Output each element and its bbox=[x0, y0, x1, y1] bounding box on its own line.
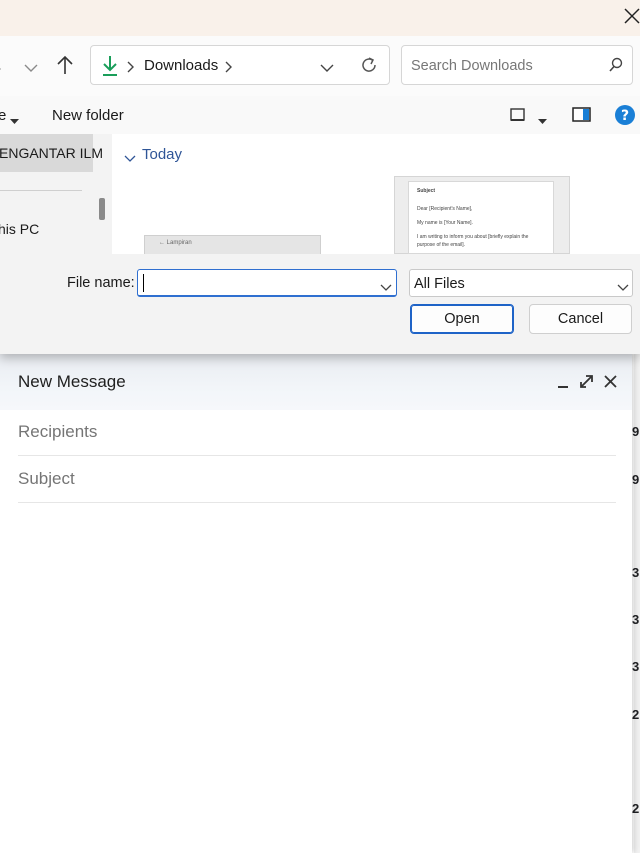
file-name-input[interactable] bbox=[137, 269, 397, 297]
mail-list-digit: 2 bbox=[632, 801, 640, 816]
file-type-dropdown-icon[interactable] bbox=[617, 279, 629, 297]
address-bar[interactable]: Downloads bbox=[90, 45, 390, 85]
compose-title: New Message bbox=[18, 372, 126, 391]
cancel-button[interactable]: Cancel bbox=[529, 304, 632, 334]
up-arrow-icon[interactable] bbox=[56, 55, 74, 80]
document-page-preview: Subject Dear [Recipient's Name], My name… bbox=[408, 181, 554, 254]
subject-placeholder: Subject bbox=[18, 469, 75, 488]
close-icon[interactable] bbox=[601, 372, 621, 392]
search-box[interactable]: Search Downloads bbox=[401, 45, 633, 85]
dialog-titlebar bbox=[0, 0, 640, 36]
dialog-close-icon[interactable] bbox=[624, 8, 640, 24]
forward-arrow-icon[interactable] bbox=[0, 61, 6, 79]
file-name-dropdown-icon[interactable] bbox=[380, 279, 392, 297]
mail-list-digit: 3 bbox=[632, 565, 640, 580]
file-name-label: File name: bbox=[67, 275, 135, 291]
file-type-value: All Files bbox=[414, 276, 465, 292]
nav-item-folder[interactable]: ENGANTAR ILM bbox=[0, 145, 103, 161]
file-type-select[interactable]: All Files bbox=[409, 269, 633, 297]
nav-divider bbox=[0, 190, 82, 191]
group-header-today[interactable]: Today bbox=[142, 146, 182, 163]
breadcrumb-downloads[interactable]: Downloads bbox=[144, 57, 218, 74]
thumbnail-text: Subject bbox=[417, 188, 436, 194]
mail-list-digit: 9 bbox=[632, 472, 640, 487]
recipients-placeholder: Recipients bbox=[18, 422, 98, 441]
new-folder-button[interactable]: New folder bbox=[52, 107, 124, 124]
mail-list-digit: 3 bbox=[632, 612, 640, 627]
thumbnail-text: purpose of the email]. bbox=[417, 242, 466, 248]
search-icon[interactable] bbox=[608, 57, 624, 78]
compose-header: New Message bbox=[0, 354, 632, 410]
mail-list-digit: 9 bbox=[632, 424, 640, 439]
expand-icon[interactable] bbox=[577, 372, 597, 392]
breadcrumb-chevron-icon[interactable] bbox=[225, 60, 233, 78]
group-collapse-icon[interactable] bbox=[124, 150, 136, 168]
subject-field[interactable]: Subject bbox=[18, 455, 616, 503]
svg-text:?: ? bbox=[621, 108, 629, 124]
download-icon bbox=[101, 55, 119, 82]
file-open-dialog: Downloads Search Downloads e New folder bbox=[0, 0, 640, 354]
nav-scrollbar-thumb[interactable] bbox=[99, 198, 105, 220]
text-caret bbox=[143, 274, 144, 292]
mail-list-digit: 2 bbox=[632, 707, 640, 722]
recipients-field[interactable]: Recipients bbox=[18, 408, 616, 456]
thumbnail-text: My name is [Your Name]. bbox=[417, 220, 473, 226]
thumbnail-text: Dear [Recipient's Name], bbox=[417, 206, 473, 212]
search-placeholder: Search Downloads bbox=[411, 58, 533, 74]
breadcrumb-chevron-icon[interactable] bbox=[127, 60, 135, 78]
mail-list-digit: 3 bbox=[632, 659, 640, 674]
file-thumbnail[interactable]: ← Lampiran bbox=[144, 235, 321, 255]
nav-item-this-pc[interactable]: his PC bbox=[0, 221, 39, 237]
refresh-icon[interactable] bbox=[359, 55, 379, 80]
organize-dropdown-icon[interactable] bbox=[10, 112, 19, 130]
address-dropdown-icon[interactable] bbox=[320, 60, 334, 78]
organize-menu[interactable]: e bbox=[0, 107, 6, 124]
preview-pane-icon[interactable] bbox=[572, 107, 592, 128]
thumbnail-text: I am writing to inform you about [briefl… bbox=[417, 234, 529, 240]
view-dropdown-icon[interactable] bbox=[538, 112, 547, 130]
message-body[interactable] bbox=[18, 504, 616, 844]
minimize-icon[interactable] bbox=[554, 372, 574, 392]
compose-window: New Message Recipients Subject bbox=[0, 354, 632, 853]
thumbnail-text: ← Lampiran bbox=[159, 240, 192, 246]
open-button[interactable]: Open bbox=[410, 304, 514, 334]
recent-locations-chevron-icon[interactable] bbox=[24, 60, 38, 78]
help-icon[interactable]: ? bbox=[614, 104, 636, 131]
view-icon[interactable] bbox=[510, 108, 526, 127]
